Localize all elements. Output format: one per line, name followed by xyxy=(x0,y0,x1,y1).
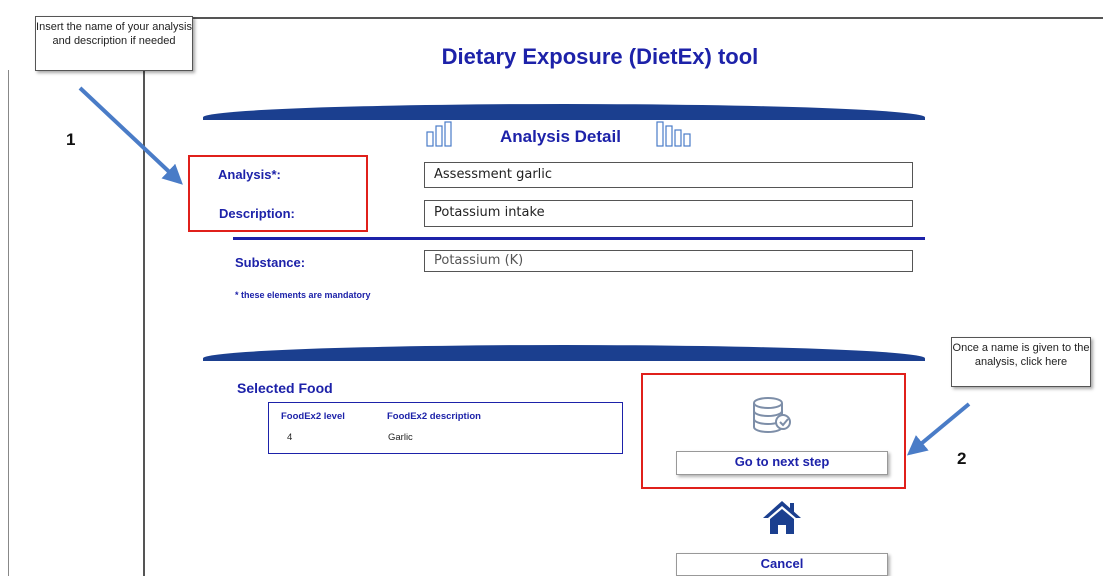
mandatory-note: * these elements are mandatory xyxy=(235,290,371,300)
section-divider xyxy=(233,237,925,240)
analysis-label: Analysis*: xyxy=(218,167,281,182)
column-header-description: FoodEx2 description xyxy=(387,411,481,422)
database-icon xyxy=(750,396,796,438)
annotation-arrows xyxy=(78,86,971,456)
substance-field[interactable]: Potassium (K) xyxy=(424,250,913,272)
arrow-1 xyxy=(78,86,183,185)
arrow-2 xyxy=(906,402,971,456)
bar-chart-icon xyxy=(656,121,696,147)
column-header-level: FoodEx2 level xyxy=(281,411,345,422)
selected-food-title: Selected Food xyxy=(237,380,333,396)
description-input[interactable]: Potassium intake xyxy=(424,200,913,227)
selected-food-table: FoodEx2 level FoodEx2 description 4 Garl… xyxy=(268,402,623,454)
analysis-input[interactable]: Assessment garlic xyxy=(424,162,913,188)
cancel-button[interactable]: Cancel xyxy=(676,553,888,576)
table-cell-level[interactable]: 4 xyxy=(287,432,292,443)
analysis-detail-title: Analysis Detail xyxy=(500,127,621,146)
app-title: Dietary Exposure (DietEx) tool xyxy=(441,44,759,69)
description-label: Description: xyxy=(219,206,295,221)
home-icon[interactable] xyxy=(761,498,803,536)
go-to-next-step-button[interactable]: Go to next step xyxy=(676,451,888,475)
bar-chart-icon xyxy=(426,121,456,147)
substance-label: Substance: xyxy=(235,255,306,270)
table-cell-description[interactable]: Garlic xyxy=(388,432,413,443)
